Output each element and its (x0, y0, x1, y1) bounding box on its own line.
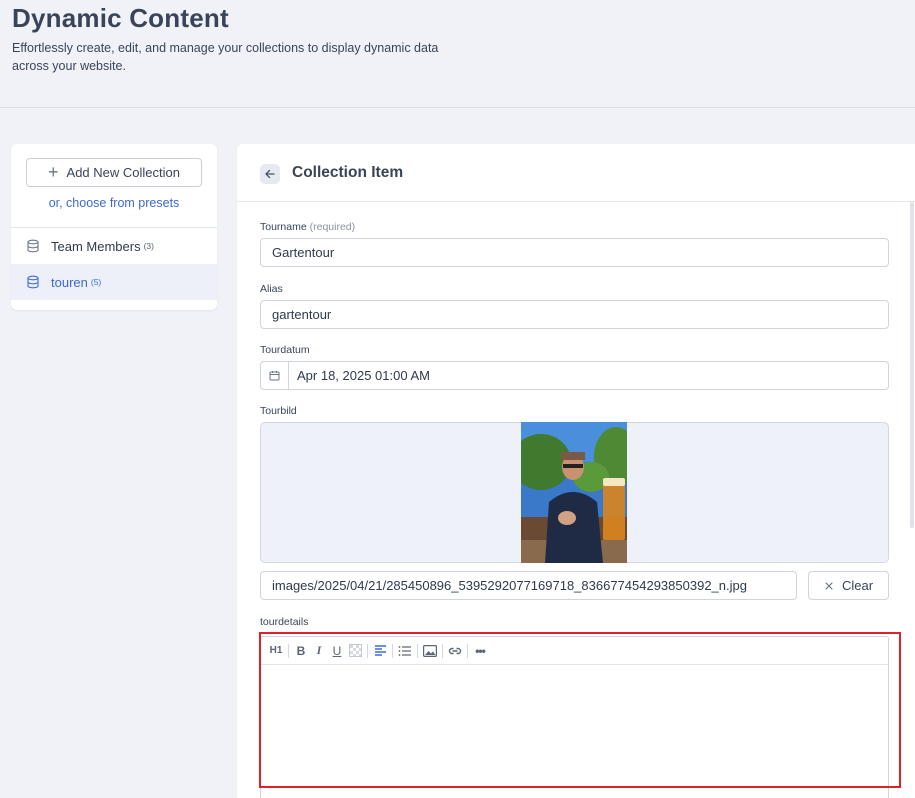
tourdatum-input[interactable]: Apr 18, 2025 01:00 AM (260, 361, 889, 390)
close-icon (825, 581, 833, 590)
add-new-collection-button[interactable]: + Add New Collection (26, 158, 202, 187)
choose-presets-link[interactable]: or, choose from presets (11, 196, 217, 210)
sidebar-item-label: touren (51, 274, 88, 290)
page-subtitle: Effortlessly create, edit, and manage yo… (12, 41, 439, 73)
tourdetails-label: tourdetails (260, 616, 309, 628)
toolbar-separator (442, 643, 443, 658)
bullet-list-button[interactable] (396, 643, 414, 659)
heading-button[interactable]: H1 (267, 643, 285, 659)
panel-title: Collection Item (292, 164, 404, 181)
checkerboard-icon (348, 644, 362, 657)
image-path-value: images/2025/04/21/285450896_539529207716… (272, 578, 747, 593)
database-icon (26, 275, 40, 289)
arrow-left-icon (265, 169, 275, 179)
collections-sidebar: + Add New Collection or, choose from pre… (11, 144, 217, 310)
toolbar-separator (392, 643, 393, 658)
tourname-value: Gartentour (272, 245, 335, 260)
sidebar-item-label: Team Members (51, 238, 141, 254)
toolbar-separator (288, 643, 289, 658)
scrollbar[interactable] (910, 202, 914, 528)
tour-photo-thumbnail (521, 422, 627, 563)
tourname-input[interactable]: Gartentour (260, 238, 889, 267)
italic-button[interactable]: I (310, 643, 328, 659)
required-hint: (required) (309, 221, 356, 233)
add-new-collection-label: Add New Collection (66, 165, 180, 180)
align-left-icon (374, 645, 386, 656)
sidebar-item-count: (3) (143, 241, 154, 251)
alias-value: gartentour (272, 307, 332, 322)
sidebar-item-team-members[interactable]: Team Members (3) (11, 228, 217, 264)
more-options-button[interactable]: ••• (471, 643, 489, 659)
align-left-button[interactable] (371, 643, 389, 659)
panel-header: Collection Item (237, 144, 915, 202)
clear-image-button[interactable]: Clear (808, 571, 889, 600)
sidebar-item-touren[interactable]: touren (5) (11, 264, 217, 300)
collection-item-panel: Collection Item Tourname (required) Gart… (237, 144, 915, 798)
tourdatum-value: Apr 18, 2025 01:00 AM (297, 368, 430, 383)
toolbar-separator (467, 643, 468, 658)
clear-format-button[interactable] (346, 643, 364, 659)
bold-button[interactable]: B (292, 643, 310, 659)
tourname-label: Tourname (required) (260, 221, 355, 233)
alias-input[interactable]: gartentour (260, 300, 889, 329)
tourbild-label: Tourbild (260, 405, 297, 417)
page-title: Dynamic Content (12, 3, 229, 33)
tourname-label-text: Tourname (260, 221, 307, 233)
plus-icon: + (48, 161, 59, 182)
link-icon (448, 647, 462, 654)
image-path-input[interactable]: images/2025/04/21/285450896_539529207716… (260, 571, 797, 600)
rich-text-editor: H1 B I U ••• (260, 636, 889, 798)
page-header: Dynamic Content Effortlessly create, edi… (0, 0, 915, 108)
back-button[interactable] (260, 164, 280, 184)
list-icon (398, 645, 411, 656)
toolbar-separator (417, 643, 418, 658)
sidebar-item-count: (5) (90, 277, 102, 287)
calendar-icon[interactable] (261, 362, 289, 389)
insert-image-button[interactable] (421, 643, 439, 659)
insert-link-button[interactable] (446, 643, 464, 659)
alias-label: Alias (260, 283, 283, 295)
clear-label: Clear (841, 578, 874, 593)
editor-toolbar: H1 B I U ••• (261, 637, 888, 665)
database-icon (26, 239, 40, 253)
editor-content-area[interactable] (261, 665, 888, 798)
image-icon (423, 644, 437, 657)
tourdatum-label: Tourdatum (260, 344, 310, 356)
toolbar-separator (367, 643, 368, 658)
underline-button[interactable]: U (328, 643, 346, 659)
